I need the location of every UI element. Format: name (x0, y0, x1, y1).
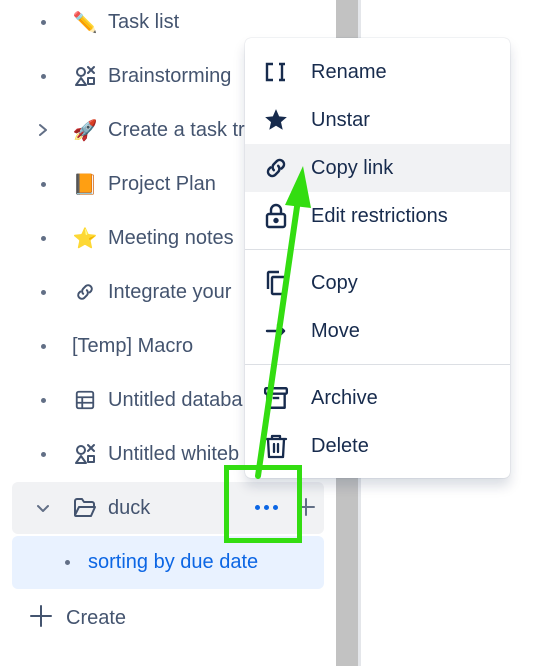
menu-item-label: Edit restrictions (311, 204, 448, 227)
menu-separator (245, 364, 510, 365)
menu-item-copy[interactable]: Copy (245, 259, 510, 307)
sidebar-item-label: Task list (108, 10, 180, 33)
menu-item-move[interactable]: Move (245, 307, 510, 355)
sidebar-item-label: Untitled databa (108, 388, 243, 411)
bullet (36, 181, 50, 187)
sidebar-item-label: duck (108, 496, 151, 519)
bullet (36, 73, 50, 79)
menu-item-label: Delete (311, 434, 369, 457)
chevron-right-icon[interactable] (36, 123, 50, 137)
star-emoji-icon: ⭐ (72, 227, 98, 250)
menu-item-label: Move (311, 319, 360, 342)
bullet (60, 560, 74, 565)
sidebar-item-label: Project Plan (108, 172, 216, 195)
sidebar-item-label: Create a task tr (108, 118, 245, 141)
link-icon (72, 279, 98, 305)
database-icon (72, 387, 98, 413)
whiteboard-icon (72, 441, 98, 467)
create-label: Create (66, 606, 127, 629)
bullet (36, 19, 50, 25)
arrow-right-icon (261, 316, 291, 346)
sidebar-item-label: Meeting notes (108, 226, 234, 249)
star-filled-icon (261, 105, 291, 135)
plus-icon (30, 604, 52, 632)
book-icon: 📙 (72, 173, 98, 196)
menu-item-label: Rename (311, 60, 387, 83)
menu-item-label: Copy link (311, 156, 394, 179)
folder-open-icon (72, 495, 98, 521)
bullet (36, 451, 50, 457)
menu-item-copy-link[interactable]: Copy link (245, 144, 510, 192)
chevron-down-icon[interactable] (36, 501, 50, 515)
bullet (36, 343, 50, 349)
whiteboard-icon (72, 63, 98, 89)
sidebar-item-label: Brainstorming (108, 64, 232, 87)
pencil-icon: ✏️ (72, 11, 98, 34)
archive-icon (261, 383, 291, 413)
menu-item-archive[interactable]: Archive (245, 374, 510, 422)
menu-item-label: Unstar (311, 108, 370, 131)
link-icon (261, 153, 291, 183)
menu-separator (245, 249, 510, 250)
bullet (36, 235, 50, 241)
menu-item-label: Archive (311, 386, 378, 409)
sidebar-item-label: sorting by due date (88, 551, 259, 573)
menu-item-edit-restrictions[interactable]: Edit restrictions (245, 192, 510, 240)
rename-icon (261, 57, 291, 87)
rocket-icon: 🚀 (72, 119, 98, 142)
lock-icon (261, 201, 291, 231)
menu-item-rename[interactable]: Rename (245, 48, 510, 96)
bullet (36, 397, 50, 403)
sidebar-item-sorting-by-due-date[interactable]: sorting by due date (12, 536, 324, 589)
copy-icon (261, 268, 291, 298)
menu-item-unstar[interactable]: Unstar (245, 96, 510, 144)
menu-item-label: Copy (311, 271, 358, 294)
sidebar-item-label: [Temp] Macro (72, 334, 194, 357)
sidebar-item-label: Untitled whiteb (108, 442, 240, 465)
annotation-highlight-box (224, 465, 302, 543)
bullet (36, 289, 50, 295)
sidebar-item-label: Integrate your (108, 280, 232, 303)
menu-item-delete[interactable]: Delete (245, 422, 510, 470)
context-menu: Rename Unstar Copy link Edit restriction… (245, 38, 510, 478)
create-button[interactable]: Create (30, 596, 126, 640)
trash-icon (261, 431, 291, 461)
